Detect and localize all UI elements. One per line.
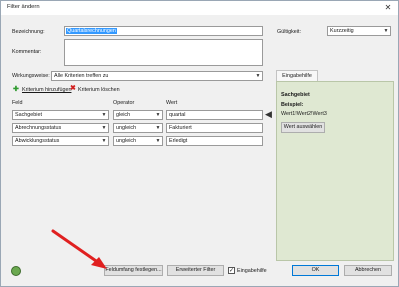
- select-value-button[interactable]: Wert auswählen: [281, 122, 325, 133]
- add-icon: ✚: [13, 86, 19, 93]
- criterion-operator-value: ungleich: [116, 125, 137, 131]
- window-title: Filter ändern: [7, 4, 40, 10]
- chevron-down-icon: ▼: [255, 73, 261, 79]
- criterion-field-value: Abwicklungsstatus: [15, 138, 60, 144]
- criterion-operator-select[interactable]: ungleich ▼: [113, 123, 163, 133]
- chevron-down-icon: ▼: [101, 125, 107, 131]
- help-title: Sachgebiet: [281, 92, 310, 98]
- arrow-left-icon: ◀: [265, 109, 272, 119]
- criterion-value-text: quartal: [169, 112, 186, 118]
- help-panel: Sachgebiet Beispiel: Wert1!Wert2!Wert3 W…: [276, 81, 394, 261]
- criterion-operator-select[interactable]: ungleich ▼: [113, 136, 163, 146]
- criterion-operator-select[interactable]: gleich ▼: [113, 110, 163, 120]
- chevron-down-icon: ▼: [383, 28, 389, 34]
- chevron-down-icon: ▼: [101, 138, 107, 144]
- criterion-field-select[interactable]: Abwicklungsstatus ▼: [12, 136, 109, 146]
- status-icon: [11, 266, 21, 276]
- cancel-button[interactable]: Abbrechen: [344, 265, 392, 276]
- criterion-value-input[interactable]: quartal: [166, 110, 263, 120]
- criterion-value-input[interactable]: Fakturiert: [166, 123, 263, 133]
- chevron-down-icon: ▼: [101, 112, 107, 118]
- criterion-field-value: Sachgebiet: [15, 112, 42, 118]
- gueltigkeit-label: Gültigkeit:: [277, 29, 301, 35]
- criterion-field-select[interactable]: Abrechnungsstatus ▼: [12, 123, 109, 133]
- column-header-operator: Operator: [113, 100, 135, 106]
- gueltigkeit-select[interactable]: Kurzzeitig ▼: [327, 26, 391, 36]
- bezeichnung-value: Quartalsrechnungen: [66, 28, 117, 34]
- chevron-down-icon: ▼: [155, 125, 161, 131]
- eingabehilfe-checkbox[interactable]: ✓: [228, 267, 235, 274]
- criterion-operator-value: gleich: [116, 112, 131, 118]
- erweiterter-filter-button[interactable]: Erweiterter Filter: [167, 265, 224, 276]
- criterion-field-value: Abrechnungsstatus: [15, 125, 62, 131]
- delete-criterion-link[interactable]: Kriterium löschen: [78, 87, 120, 93]
- criterion-operator-value: ungleich: [116, 138, 137, 144]
- help-example-label: Beispiel:: [281, 102, 304, 108]
- title-bar: Filter ändern ✕: [1, 1, 398, 15]
- add-criterion-link[interactable]: Kriterium hinzufügen: [22, 87, 71, 93]
- criterion-value-text: Erledigt: [169, 138, 188, 144]
- wirkungsweise-select[interactable]: Alle Kriterien treffen zu ▼: [51, 71, 263, 81]
- chevron-down-icon: ▼: [155, 112, 161, 118]
- eingabehilfe-checkbox-label: Eingabehilfe: [237, 268, 267, 274]
- feldumfang-button[interactable]: Feldumfang festlegen...: [104, 265, 163, 276]
- wirkungsweise-label: Wirkungsweise:: [12, 73, 50, 79]
- chevron-down-icon: ▼: [155, 138, 161, 144]
- kommentar-textarea[interactable]: [64, 39, 263, 66]
- column-header-wert: Wert: [166, 100, 178, 106]
- criterion-field-select[interactable]: Sachgebiet ▼: [12, 110, 109, 120]
- bezeichnung-input[interactable]: Quartalsrechnungen: [64, 26, 263, 36]
- ok-button[interactable]: OK: [292, 265, 339, 276]
- close-icon[interactable]: ✕: [383, 3, 393, 13]
- delete-icon: ✖: [70, 85, 76, 92]
- column-header-feld: Feld: [12, 100, 23, 106]
- kommentar-label: Kommentar:: [12, 49, 42, 55]
- filter-dialog: Filter ändern ✕ Bezeichnung: Quartalsrec…: [0, 0, 399, 287]
- gueltigkeit-value: Kurzzeitig: [330, 28, 354, 34]
- wirkungsweise-value: Alle Kriterien treffen zu: [54, 73, 109, 79]
- criterion-value-text: Fakturiert: [169, 125, 192, 131]
- help-example-value: Wert1!Wert2!Wert3: [281, 111, 327, 117]
- bezeichnung-label: Bezeichnung:: [12, 29, 45, 35]
- annotation-arrow-icon: [51, 229, 107, 269]
- criterion-value-input[interactable]: Erledigt: [166, 136, 263, 146]
